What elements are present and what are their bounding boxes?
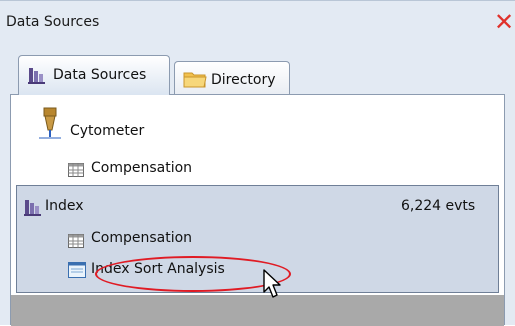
tab-label: Data Sources: [53, 67, 147, 83]
data-sources-icon: [27, 65, 47, 89]
folder-icon: [183, 69, 207, 93]
highlight-annotation-ring: [95, 256, 291, 292]
tab-data-sources[interactable]: Data Sources: [18, 55, 170, 95]
tree-item-label: Cytometer: [70, 123, 145, 139]
data-sources-list: Cytometer Compensation Index 6,224 evts …: [10, 94, 505, 326]
mouse-cursor-icon: [263, 269, 285, 303]
tab-directory[interactable]: Directory: [174, 61, 290, 95]
worksheet-icon: [68, 262, 86, 282]
tree-item-label: Compensation: [91, 160, 193, 176]
close-icon[interactable]: ✕: [494, 10, 514, 34]
grid-table-icon: [68, 233, 84, 252]
title-bar: Data Sources ✕: [0, 1, 515, 41]
tree-item-label: Index: [45, 198, 84, 214]
data-sources-icon: [23, 197, 43, 221]
tab-label: Directory: [211, 72, 276, 88]
tree-item-label: Compensation: [91, 230, 193, 246]
data-sources-panel: Data Sources ✕ Data Sources Directory Cy…: [0, 0, 515, 326]
grid-table-icon: [68, 162, 84, 181]
cytometer-nozzle-icon: [39, 107, 61, 145]
empty-list-area: [11, 295, 504, 326]
event-count: 6,224 evts: [401, 198, 476, 214]
panel-title: Data Sources: [6, 14, 100, 30]
